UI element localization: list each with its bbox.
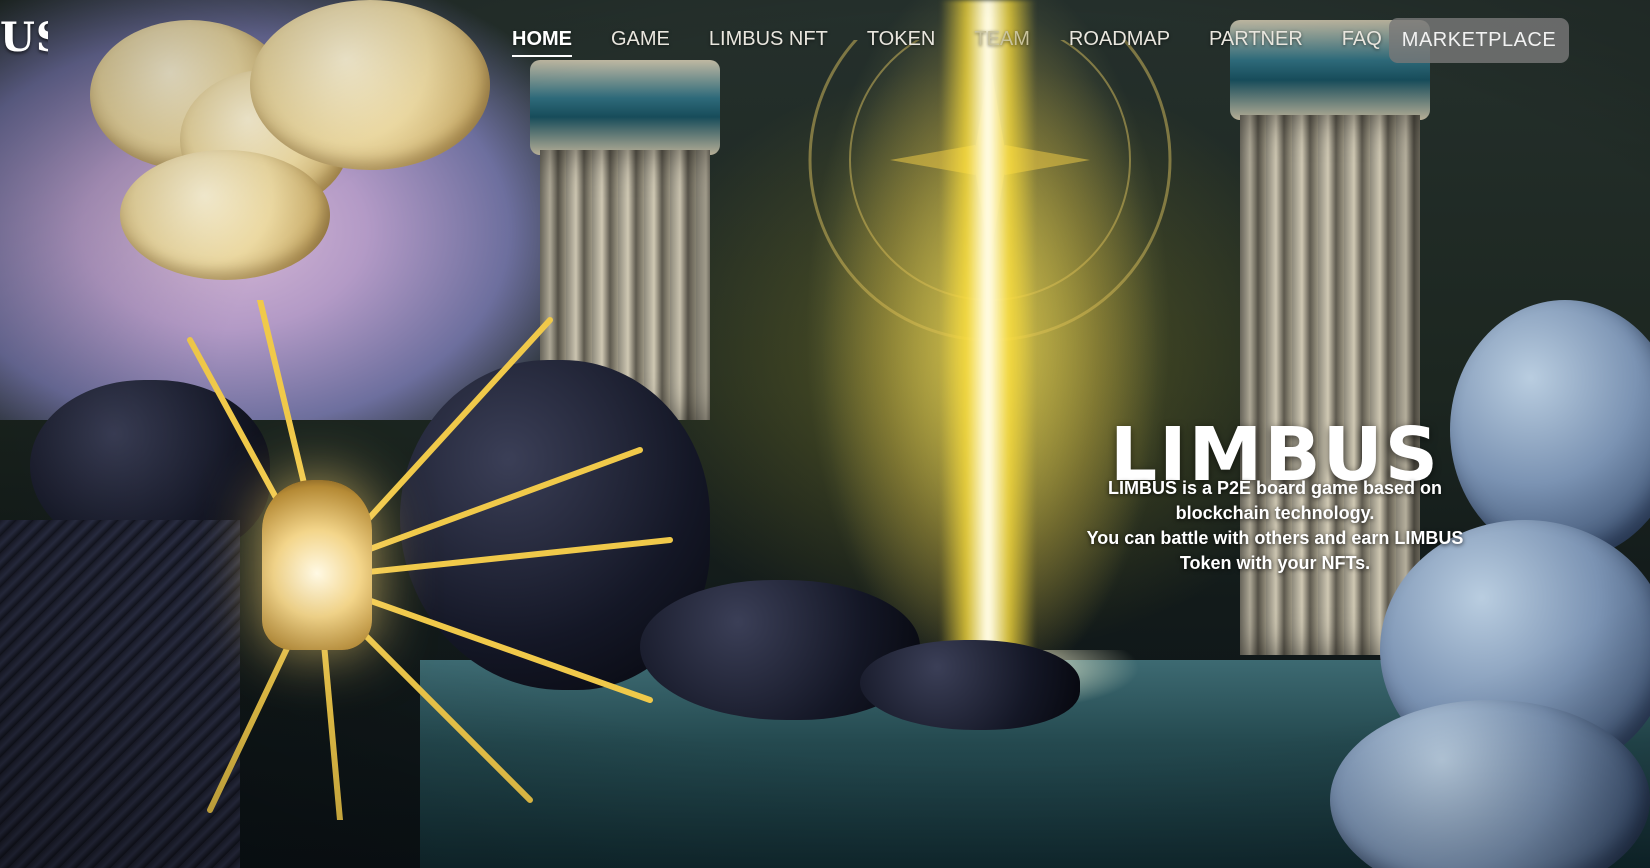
nav-item-home[interactable]: HOME bbox=[512, 28, 572, 57]
nav-item-game[interactable]: GAME bbox=[611, 28, 670, 57]
hero-description-line: LIMBUS is a P2E board game based on bloc… bbox=[1107, 478, 1443, 523]
brand-logo[interactable]: US bbox=[0, 18, 48, 58]
nav-item-faq[interactable]: FAQ bbox=[1342, 28, 1382, 57]
nav-item-roadmap[interactable]: ROADMAP bbox=[1069, 28, 1170, 57]
nav-item-partner[interactable]: PARTNER bbox=[1209, 28, 1303, 57]
nav-item-team[interactable]: TEAM bbox=[974, 28, 1030, 57]
lantern-art bbox=[262, 480, 372, 650]
cloud-art bbox=[120, 150, 330, 280]
hero-description-line: You can battle with others and earn LIMB… bbox=[1086, 528, 1464, 573]
main-nav: HOME GAME LIMBUS NFT TOKEN TEAM ROADMAP … bbox=[512, 22, 1421, 62]
top-navbar: US HOME GAME LIMBUS NFT TOKEN TEAM ROADM… bbox=[0, 0, 1650, 80]
sun-burst-art bbox=[187, 300, 673, 820]
hero-description: LIMBUS is a P2E board game based on bloc… bbox=[1085, 476, 1465, 576]
light-beam bbox=[940, 0, 1036, 680]
marketplace-button[interactable]: MARKETPLACE bbox=[1389, 18, 1569, 63]
nav-item-limbus-nft[interactable]: LIMBUS NFT bbox=[709, 28, 828, 57]
nav-item-token[interactable]: TOKEN bbox=[867, 28, 936, 57]
brand-logo-clip: US bbox=[0, 0, 48, 60]
